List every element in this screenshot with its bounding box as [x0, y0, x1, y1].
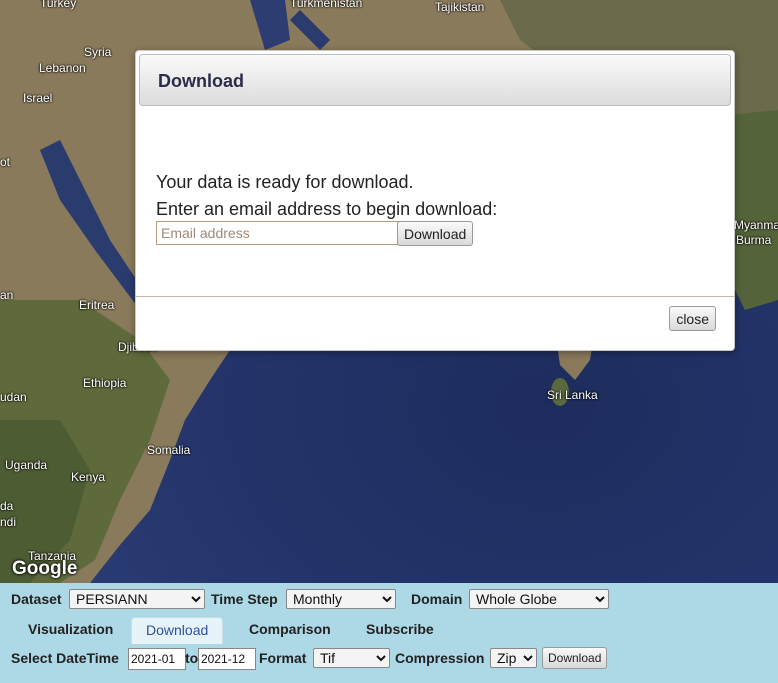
dialog-divider: [136, 296, 734, 297]
dialog-download-button[interactable]: Download: [397, 221, 474, 246]
map-label-myanmar: Myanma: [734, 218, 778, 232]
timestep-select[interactable]: Monthly: [286, 589, 396, 609]
close-button[interactable]: close: [669, 306, 716, 331]
map-label-sudan: udan: [0, 390, 27, 404]
map-label-burma: Burma: [736, 233, 772, 247]
map-label-lebanon: Lebanon: [39, 61, 86, 75]
select-datetime-label: Select DateTime: [11, 650, 119, 666]
dialog-body: Your data is ready for download. Enter a…: [156, 169, 497, 223]
map-label-sudan-fragment: an: [0, 288, 14, 302]
domain-label: Domain: [411, 591, 463, 607]
map-label-israel: Israel: [23, 91, 53, 105]
timestep-label: Time Step: [211, 591, 278, 607]
dataset-label: Dataset: [11, 591, 62, 607]
map-label-egypt-fragment: ot: [0, 155, 11, 169]
ready-message: Your data is ready for download.: [156, 172, 414, 192]
map-label-burundi-fragment: ndi: [0, 515, 17, 529]
tab-comparison[interactable]: Comparison: [235, 617, 345, 643]
map-label-ethiopia: Ethiopia: [83, 376, 127, 390]
control-panel: Dataset PERSIANN Time Step Monthly Domai…: [0, 583, 778, 683]
format-label: Format: [259, 650, 307, 666]
map-label-sri-lanka: Sri Lanka: [547, 388, 598, 402]
map-label-syria: Syria: [84, 45, 112, 59]
email-input[interactable]: [156, 221, 402, 245]
panel-download-button[interactable]: Download: [542, 647, 608, 669]
map-label-kenya: Kenya: [71, 470, 106, 484]
date-from-input[interactable]: [128, 648, 186, 670]
map-label-eritrea: Eritrea: [79, 298, 115, 312]
map-label-somalia: Somalia: [147, 443, 191, 457]
dialog-header[interactable]: Download: [139, 54, 731, 106]
compression-label: Compression: [395, 650, 485, 666]
dataset-select[interactable]: PERSIANN: [69, 589, 205, 609]
dialog-title: Download: [158, 71, 244, 91]
map-label-rwanda-fragment: da: [0, 499, 14, 513]
map-label-tajikistan: Tajikistan: [435, 0, 485, 14]
download-dialog: Download Your data is ready for download…: [135, 50, 735, 351]
google-logo: Google: [12, 558, 78, 579]
map-label-uganda: Uganda: [5, 458, 48, 472]
map-label-turkey: Turkey: [40, 0, 77, 10]
format-select[interactable]: Tif: [313, 648, 390, 668]
compression-select[interactable]: Zip: [490, 648, 537, 668]
email-prompt: Enter an email address to begin download…: [156, 199, 498, 219]
tab-download[interactable]: Download: [131, 617, 224, 644]
date-to-input[interactable]: [198, 648, 256, 670]
to-label: to: [185, 650, 199, 666]
map-label-turkmenistan: Turkmenistan: [290, 0, 363, 10]
domain-select[interactable]: Whole Globe: [469, 589, 609, 609]
tab-subscribe[interactable]: Subscribe: [352, 617, 448, 643]
tab-visualization[interactable]: Visualization: [14, 617, 127, 643]
